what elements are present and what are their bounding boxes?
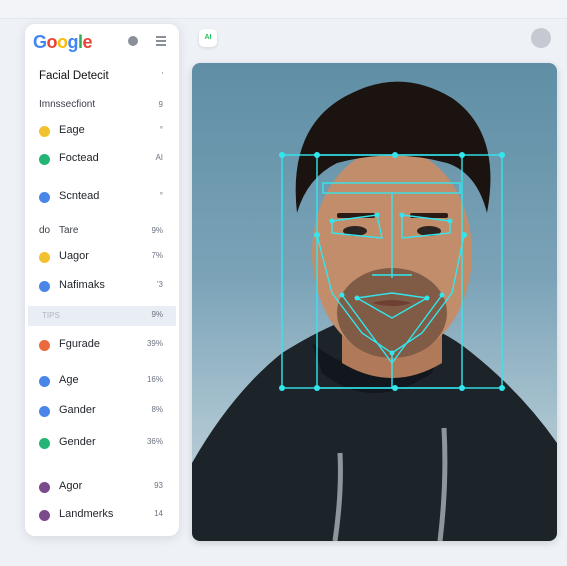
section-label: Imnssecfiont (39, 99, 96, 110)
landmark-point (314, 152, 320, 158)
panel-title-value: ' (161, 71, 163, 80)
list-item-fgurade[interactable]: Fgurade 39% (25, 335, 179, 355)
landmark-point (314, 232, 320, 238)
logo-letter: e (82, 32, 93, 52)
section-value: 9 (158, 100, 163, 109)
top-bar (0, 0, 567, 19)
landmark-point (389, 350, 395, 356)
status-dot-icon (39, 126, 50, 137)
item-label: Gender (59, 436, 96, 448)
item-label: Uagor (59, 250, 89, 262)
item-label: Age (59, 374, 79, 386)
status-dot-icon (39, 510, 50, 521)
panel-title-row: Facial Detecit ' (25, 67, 179, 87)
landmark-point (354, 295, 360, 301)
list-item-landmerks[interactable]: Landmerks 14 (25, 505, 179, 525)
face-photo (192, 63, 557, 541)
status-dot-icon (39, 406, 50, 417)
status-dot-icon (39, 340, 50, 351)
beard-shape (337, 268, 447, 358)
landmark-point (399, 212, 405, 218)
landmark-point (424, 295, 430, 301)
landmark-point (279, 385, 285, 391)
list-item-nafimaks[interactable]: Nafimaks '3 (25, 276, 179, 296)
item-value: '3 (157, 280, 163, 289)
list-item-gender[interactable]: Gender 36% (25, 433, 179, 453)
section-label: Tare (59, 225, 79, 236)
landmark-point (339, 292, 345, 298)
section-header: Imnssecfiont 9 (25, 96, 179, 116)
list-item-age[interactable]: Age 16% (25, 371, 179, 391)
logo-letter: G (33, 32, 47, 52)
settings-icon[interactable] (128, 36, 138, 46)
list-item-scntead[interactable]: Scntead ° (25, 187, 179, 207)
list-item-agor[interactable]: Agor 93 (25, 477, 179, 497)
item-label: Eage (59, 124, 85, 136)
item-value: 8% (151, 405, 163, 414)
landmark-point (499, 152, 505, 158)
landmark-point (459, 152, 465, 158)
face-detection-overlay (192, 81, 557, 541)
landmark-point (499, 385, 505, 391)
highlight-label: TIPS (42, 311, 60, 320)
item-value: ° (159, 191, 163, 200)
landmark-point (392, 152, 398, 158)
item-value: 14 (154, 509, 163, 518)
item-label: Scntead (59, 190, 100, 202)
item-value: AI (155, 153, 163, 162)
section-header: do Tare 9% (25, 222, 179, 242)
landmark-point (374, 212, 380, 218)
list-item-eage[interactable]: Eage ° (25, 121, 179, 141)
google-logo: Google (33, 32, 93, 53)
landmark-point (459, 385, 465, 391)
list-item-gander[interactable]: Gander 8% (25, 401, 179, 421)
logo-letter: o (46, 32, 58, 52)
landmark-point (314, 385, 320, 391)
section-prefix: do (39, 225, 51, 236)
item-value: ° (159, 125, 163, 134)
item-value: 36% (146, 437, 163, 446)
landmark-point (329, 218, 335, 224)
logo-letter: o (57, 32, 68, 52)
landmark-point (279, 152, 285, 158)
logo-letter: g (67, 32, 79, 52)
landmark-point (461, 232, 467, 238)
item-value: 93 (154, 481, 163, 490)
status-dot-icon (39, 192, 50, 203)
item-label: Fgurade (59, 338, 100, 350)
status-dot-icon (39, 252, 50, 263)
item-label: Nafimaks (59, 279, 105, 291)
ai-badge-button[interactable]: AI (199, 29, 217, 47)
highlight-row[interactable]: TIPS 9% (28, 306, 176, 326)
item-value: 16% (146, 375, 163, 384)
landmark-point (447, 218, 453, 224)
status-dot-icon (39, 154, 50, 165)
item-value: 39% (146, 339, 163, 348)
section-value: 9% (151, 226, 163, 235)
landmark-point (439, 292, 445, 298)
status-dot-icon (39, 482, 50, 493)
item-label: Agor (59, 480, 83, 492)
item-label: Landmerks (59, 508, 114, 520)
panel-title: Facial Detecit (39, 70, 109, 82)
list-item-foctead[interactable]: Foctead AI (25, 149, 179, 169)
menu-icon[interactable] (156, 36, 166, 46)
landmark-point (392, 385, 398, 391)
highlight-value: 9% (151, 310, 163, 319)
status-dot-icon (39, 281, 50, 292)
item-label: Foctead (59, 152, 99, 164)
avatar[interactable] (531, 28, 551, 48)
item-value: 7% (151, 251, 163, 260)
status-dot-icon (39, 438, 50, 449)
item-label: Gander (59, 404, 96, 416)
status-dot-icon (39, 376, 50, 387)
list-item-uagor[interactable]: Uagor 7% (25, 247, 179, 267)
